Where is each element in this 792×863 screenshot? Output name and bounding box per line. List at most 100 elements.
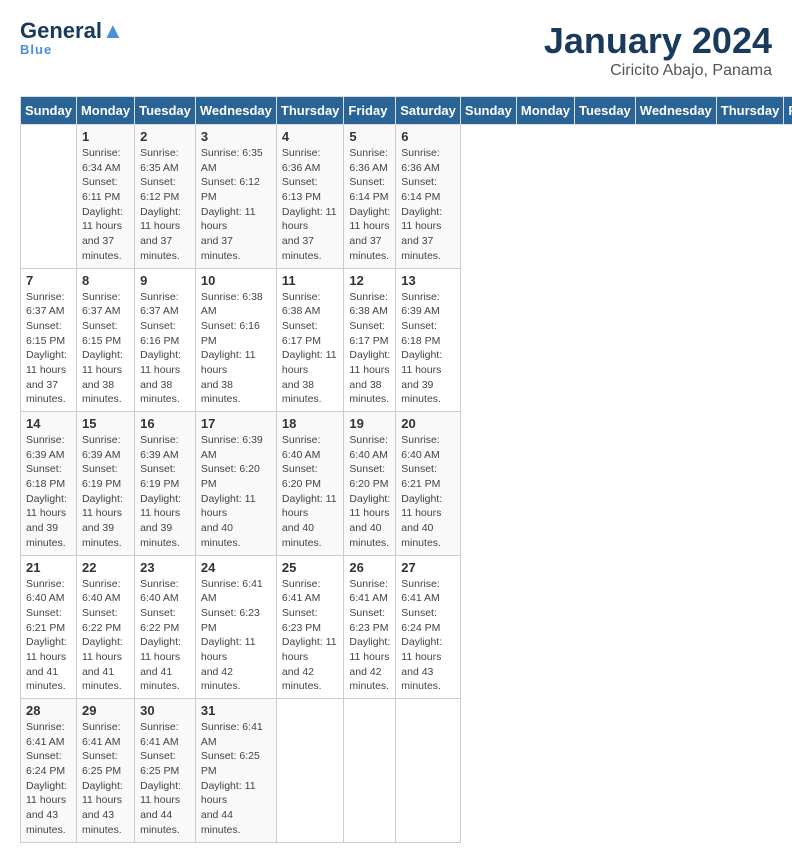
header-friday: Friday	[344, 97, 396, 125]
calendar-cell: 7Sunrise: 6:37 AMSunset: 6:15 PMDaylight…	[21, 268, 77, 412]
day-number: 9	[140, 273, 190, 288]
calendar-cell: 15Sunrise: 6:39 AMSunset: 6:19 PMDayligh…	[76, 412, 134, 556]
day-info: Sunrise: 6:37 AMSunset: 6:15 PMDaylight:…	[82, 290, 129, 408]
day-number: 22	[82, 560, 129, 575]
calendar-cell: 10 Sunrise: 6:38 AMSunset: 6:16 PMDayligh…	[195, 268, 276, 412]
calendar-cell: 27Sunrise: 6:41 AMSunset: 6:24 PMDayligh…	[396, 555, 461, 699]
calendar-cell: 29Sunrise: 6:41 AMSunset: 6:25 PMDayligh…	[76, 699, 134, 843]
day-info: Sunrise: 6:40 AMSunset: 6:21 PMDaylight:…	[401, 433, 455, 551]
day-info: Sunrise: 6:41 AMSunset: 6:25 PMDaylight:…	[140, 720, 190, 838]
day-info: Sunrise: 6:41 AMSunset: 6:23 PMDaylight:…	[282, 577, 339, 695]
header-wednesday: Wednesday	[195, 97, 276, 125]
day-info: Sunrise: 6:40 AMSunset: 6:20 PMDaylight:…	[282, 433, 339, 551]
day-number: 12	[349, 273, 390, 288]
day-info: Sunrise: 6:34 AMSunset: 6:11 PMDaylight:…	[82, 146, 129, 264]
header-thursday: Thursday	[276, 97, 344, 125]
calendar-cell: 21 Sunrise: 6:40 AMSunset: 6:21 PMDayligh…	[21, 555, 77, 699]
calendar-cell: 20 Sunrise: 6:40 AMSunset: 6:21 PMDayligh…	[396, 412, 461, 556]
day-number: 11	[282, 273, 339, 288]
calendar-cell: 31 Sunrise: 6:41 AMSunset: 6:25 PMDayligh…	[195, 699, 276, 843]
day-info: Sunrise: 6:41 AMSunset: 6:23 PMDaylight:…	[349, 577, 390, 695]
header-tuesday: Tuesday	[575, 97, 636, 125]
day-info: Sunrise: 6:36 AMSunset: 6:14 PMDaylight:…	[401, 146, 455, 264]
calendar-table: SundayMondayTuesdayWednesdayThursdayFrid…	[20, 96, 792, 843]
calendar-week-5: 28 Sunrise: 6:41 AMSunset: 6:24 PMDayligh…	[21, 699, 792, 843]
logo-tagline: Blue	[20, 42, 52, 57]
day-number: 5	[349, 129, 390, 144]
logo-name: General▲	[20, 20, 124, 42]
day-info: Sunrise: 6:40 AMSunset: 6:22 PMDaylight:…	[140, 577, 190, 695]
day-number: 3	[201, 129, 271, 144]
calendar-cell: 3 Sunrise: 6:35 AMSunset: 6:12 PMDaylight…	[195, 125, 276, 269]
day-number: 21	[26, 560, 71, 575]
day-info: Sunrise: 6:37 AMSunset: 6:16 PMDaylight:…	[140, 290, 190, 408]
day-number: 1	[82, 129, 129, 144]
page-header: General▲ Blue January 2024 Ciricito Abaj…	[20, 20, 772, 80]
header-monday: Monday	[76, 97, 134, 125]
day-info: Sunrise: 6:38 AMSunset: 6:17 PMDaylight:…	[349, 290, 390, 408]
day-info: Sunrise: 6:41 AMSunset: 6:25 PMDaylight:…	[201, 720, 271, 838]
calendar-cell: 24 Sunrise: 6:41 AMSunset: 6:23 PMDayligh…	[195, 555, 276, 699]
calendar-cell: 26 Sunrise: 6:41 AMSunset: 6:23 PMDayligh…	[344, 555, 396, 699]
calendar-cell	[396, 699, 461, 843]
day-number: 24	[201, 560, 271, 575]
day-number: 17	[201, 416, 271, 431]
day-number: 2	[140, 129, 190, 144]
day-number: 6	[401, 129, 455, 144]
day-number: 20	[401, 416, 455, 431]
header-saturday: Saturday	[396, 97, 461, 125]
day-info: Sunrise: 6:36 AMSunset: 6:13 PMDaylight:…	[282, 146, 339, 264]
calendar-cell: 1 Sunrise: 6:34 AMSunset: 6:11 PMDaylight…	[76, 125, 134, 269]
day-info: Sunrise: 6:41 AMSunset: 6:23 PMDaylight:…	[201, 577, 271, 695]
day-info: Sunrise: 6:40 AMSunset: 6:20 PMDaylight:…	[349, 433, 390, 551]
calendar-cell: 17Sunrise: 6:39 AMSunset: 6:20 PMDayligh…	[195, 412, 276, 556]
day-info: Sunrise: 6:35 AMSunset: 6:12 PMDaylight:…	[201, 146, 271, 264]
calendar-cell: 13Sunrise: 6:39 AMSunset: 6:18 PMDayligh…	[396, 268, 461, 412]
day-number: 29	[82, 703, 129, 718]
day-number: 14	[26, 416, 71, 431]
day-number: 30	[140, 703, 190, 718]
location: Ciricito Abajo, Panama	[544, 62, 772, 80]
calendar-cell: 30 Sunrise: 6:41 AMSunset: 6:25 PMDayligh…	[135, 699, 196, 843]
day-info: Sunrise: 6:41 AMSunset: 6:24 PMDaylight:…	[26, 720, 71, 838]
day-number: 31	[201, 703, 271, 718]
header-tuesday: Tuesday	[135, 97, 196, 125]
calendar-cell: 23 Sunrise: 6:40 AMSunset: 6:22 PMDayligh…	[135, 555, 196, 699]
day-number: 28	[26, 703, 71, 718]
day-info: Sunrise: 6:39 AMSunset: 6:19 PMDaylight:…	[140, 433, 190, 551]
calendar-cell: 5Sunrise: 6:36 AMSunset: 6:14 PMDaylight…	[344, 125, 396, 269]
calendar-cell	[276, 699, 344, 843]
day-info: Sunrise: 6:40 AMSunset: 6:22 PMDaylight:…	[82, 577, 129, 695]
calendar-cell: 4Sunrise: 6:36 AMSunset: 6:13 PMDaylight…	[276, 125, 344, 269]
header-monday: Monday	[516, 97, 574, 125]
calendar-cell: 19 Sunrise: 6:40 AMSunset: 6:20 PMDayligh…	[344, 412, 396, 556]
day-number: 19	[349, 416, 390, 431]
day-number: 26	[349, 560, 390, 575]
calendar-cell: 9 Sunrise: 6:37 AMSunset: 6:16 PMDaylight…	[135, 268, 196, 412]
title-block: January 2024 Ciricito Abajo, Panama	[544, 20, 772, 80]
calendar-cell: 14Sunrise: 6:39 AMSunset: 6:18 PMDayligh…	[21, 412, 77, 556]
calendar-week-2: 7 Sunrise: 6:37 AMSunset: 6:15 PMDaylight…	[21, 268, 792, 412]
day-info: Sunrise: 6:40 AMSunset: 6:21 PMDaylight:…	[26, 577, 71, 695]
calendar-cell: 28 Sunrise: 6:41 AMSunset: 6:24 PMDayligh…	[21, 699, 77, 843]
day-number: 18	[282, 416, 339, 431]
calendar-cell: 12 Sunrise: 6:38 AMSunset: 6:17 PMDayligh…	[344, 268, 396, 412]
calendar-header-row: SundayMondayTuesdayWednesdayThursdayFrid…	[21, 97, 792, 125]
calendar-week-1: 1 Sunrise: 6:34 AMSunset: 6:11 PMDaylight…	[21, 125, 792, 269]
day-number: 25	[282, 560, 339, 575]
day-number: 23	[140, 560, 190, 575]
calendar-cell: 25 Sunrise: 6:41 AMSunset: 6:23 PMDayligh…	[276, 555, 344, 699]
day-info: Sunrise: 6:38 AMSunset: 6:16 PMDaylight:…	[201, 290, 271, 408]
calendar-cell	[344, 699, 396, 843]
calendar-cell: 11Sunrise: 6:38 AMSunset: 6:17 PMDayligh…	[276, 268, 344, 412]
calendar-cell: 22 Sunrise: 6:40 AMSunset: 6:22 PMDayligh…	[76, 555, 134, 699]
day-number: 10	[201, 273, 271, 288]
day-number: 7	[26, 273, 71, 288]
day-number: 27	[401, 560, 455, 575]
header-sunday: Sunday	[21, 97, 77, 125]
header-friday: Friday	[784, 97, 792, 125]
day-number: 16	[140, 416, 190, 431]
calendar-cell: 8Sunrise: 6:37 AMSunset: 6:15 PMDaylight…	[76, 268, 134, 412]
header-wednesday: Wednesday	[635, 97, 716, 125]
calendar-cell: 2Sunrise: 6:35 AMSunset: 6:12 PMDaylight…	[135, 125, 196, 269]
